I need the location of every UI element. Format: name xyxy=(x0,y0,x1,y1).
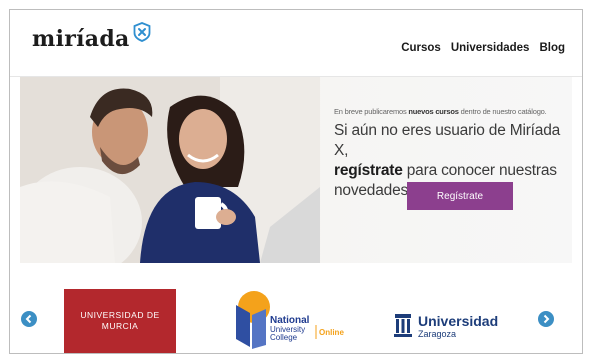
university-crest-icon xyxy=(394,314,412,337)
browser-frame: miríada Cursos Universidades Blog En bre… xyxy=(9,9,583,354)
svg-text:Online: Online xyxy=(319,328,344,337)
chevron-right-icon xyxy=(543,314,550,324)
carousel-prev-button[interactable] xyxy=(21,311,37,327)
site-header: miríada Cursos Universidades Blog xyxy=(10,10,582,77)
svg-text:College: College xyxy=(270,333,298,342)
logo-text: miríada xyxy=(32,26,130,52)
main-nav: Cursos Universidades Blog xyxy=(401,42,565,54)
miriada-logo[interactable]: miríada xyxy=(32,22,151,52)
chevron-left-icon xyxy=(25,314,32,324)
carousel-next-button[interactable] xyxy=(538,311,554,327)
hero-banner: En breve publicaremos nuevos cursos dent… xyxy=(20,77,572,263)
register-button[interactable]: Regístrate xyxy=(407,182,513,210)
logo-universidad-zaragoza[interactable]: Universidad Zaragoza xyxy=(393,310,503,342)
hero-announcement: En breve publicaremos nuevos cursos dent… xyxy=(334,107,547,116)
nav-cursos[interactable]: Cursos xyxy=(401,42,441,54)
logo-universidad-murcia[interactable]: UNIVERSIDAD DE MURCIA xyxy=(64,289,176,353)
hero-photo-couple xyxy=(20,77,320,263)
svg-text:Universidad: Universidad xyxy=(418,313,498,329)
svg-text:Zaragoza: Zaragoza xyxy=(418,329,456,339)
university-carousel: UNIVERSIDAD DE MURCIA National Universit… xyxy=(10,272,582,353)
nav-universidades[interactable]: Universidades xyxy=(451,42,530,54)
nav-blog[interactable]: Blog xyxy=(539,42,565,54)
logo-national-university-college[interactable]: National University College Online xyxy=(222,289,352,351)
x-badge-icon xyxy=(133,22,150,42)
